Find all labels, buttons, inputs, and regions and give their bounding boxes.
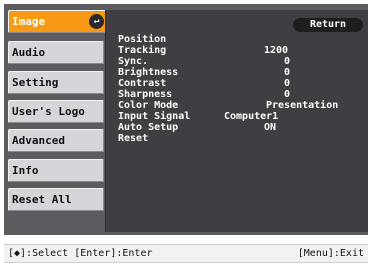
tab-reset-all[interactable]: Reset All [8,188,104,211]
item-value: Presentation [266,100,339,111]
item-label: Sharpness [118,89,173,100]
tab-label: User's Logo [12,105,85,118]
submenu-item-tracking[interactable]: Tracking 1200 [118,45,358,56]
item-label: Position [118,34,167,45]
item-value: 1200 [264,45,289,56]
submenu-item-position[interactable]: Position [118,34,358,45]
item-label: Reset [118,133,149,144]
tab-label: Image [12,15,46,28]
item-label: Color Mode [118,100,179,111]
submenu-item-auto-setup[interactable]: Auto Setup ON [118,122,358,133]
submenu-item-brightness[interactable]: Brightness 0 [118,67,358,78]
tab-users-logo[interactable]: User's Logo [8,100,104,123]
item-value: 0 [284,89,291,100]
item-value: 0 [284,67,291,78]
tab-advanced[interactable]: Advanced [8,129,104,152]
tab-image[interactable]: Image ↵ [8,10,108,33]
tab-label: Audio [12,46,46,59]
submenu-item-input-signal[interactable]: Input Signal Computer1 [118,111,358,122]
projector-menu: Image ↵ Audio Setting User's Logo Advanc… [4,4,368,235]
tab-audio[interactable]: Audio [8,41,104,64]
tab-label: Info [12,164,39,177]
item-label: Tracking [118,45,167,56]
item-label: Sync. [118,56,149,67]
submenu-item-contrast[interactable]: Contrast 0 [118,78,358,89]
tab-setting[interactable]: Setting [8,71,104,94]
tab-label: Setting [12,76,59,89]
enter-icon: ↵ [89,14,104,29]
item-label: Auto Setup [118,122,179,133]
tab-label: Reset All [12,193,72,206]
submenu-item-sharpness[interactable]: Sharpness 0 [118,89,358,100]
submenu-item-reset[interactable]: Reset [118,133,358,144]
tab-info[interactable]: Info [8,159,104,182]
item-value: 0 [284,56,291,67]
item-value: ON [264,122,277,133]
image-submenu-panel: Return Position Tracking 1200 Sync. 0 Br… [105,10,368,232]
item-value: Computer1 [224,111,279,122]
submenu-item-color-mode[interactable]: Color Mode Presentation [118,100,358,111]
status-bar: [◆]:Select [Enter]:Enter [Menu]:Exit [4,244,368,263]
submenu-item-sync[interactable]: Sync. 0 [118,56,358,67]
item-label: Brightness [118,67,179,78]
tab-label: Advanced [12,134,65,147]
item-value: 0 [284,78,291,89]
item-label: Contrast [118,78,167,89]
item-label: Input Signal [118,111,191,122]
return-button[interactable]: Return [293,18,363,32]
navigation-hint: [◆]:Select [Enter]:Enter [8,248,153,259]
exit-hint: [Menu]:Exit [297,248,364,259]
